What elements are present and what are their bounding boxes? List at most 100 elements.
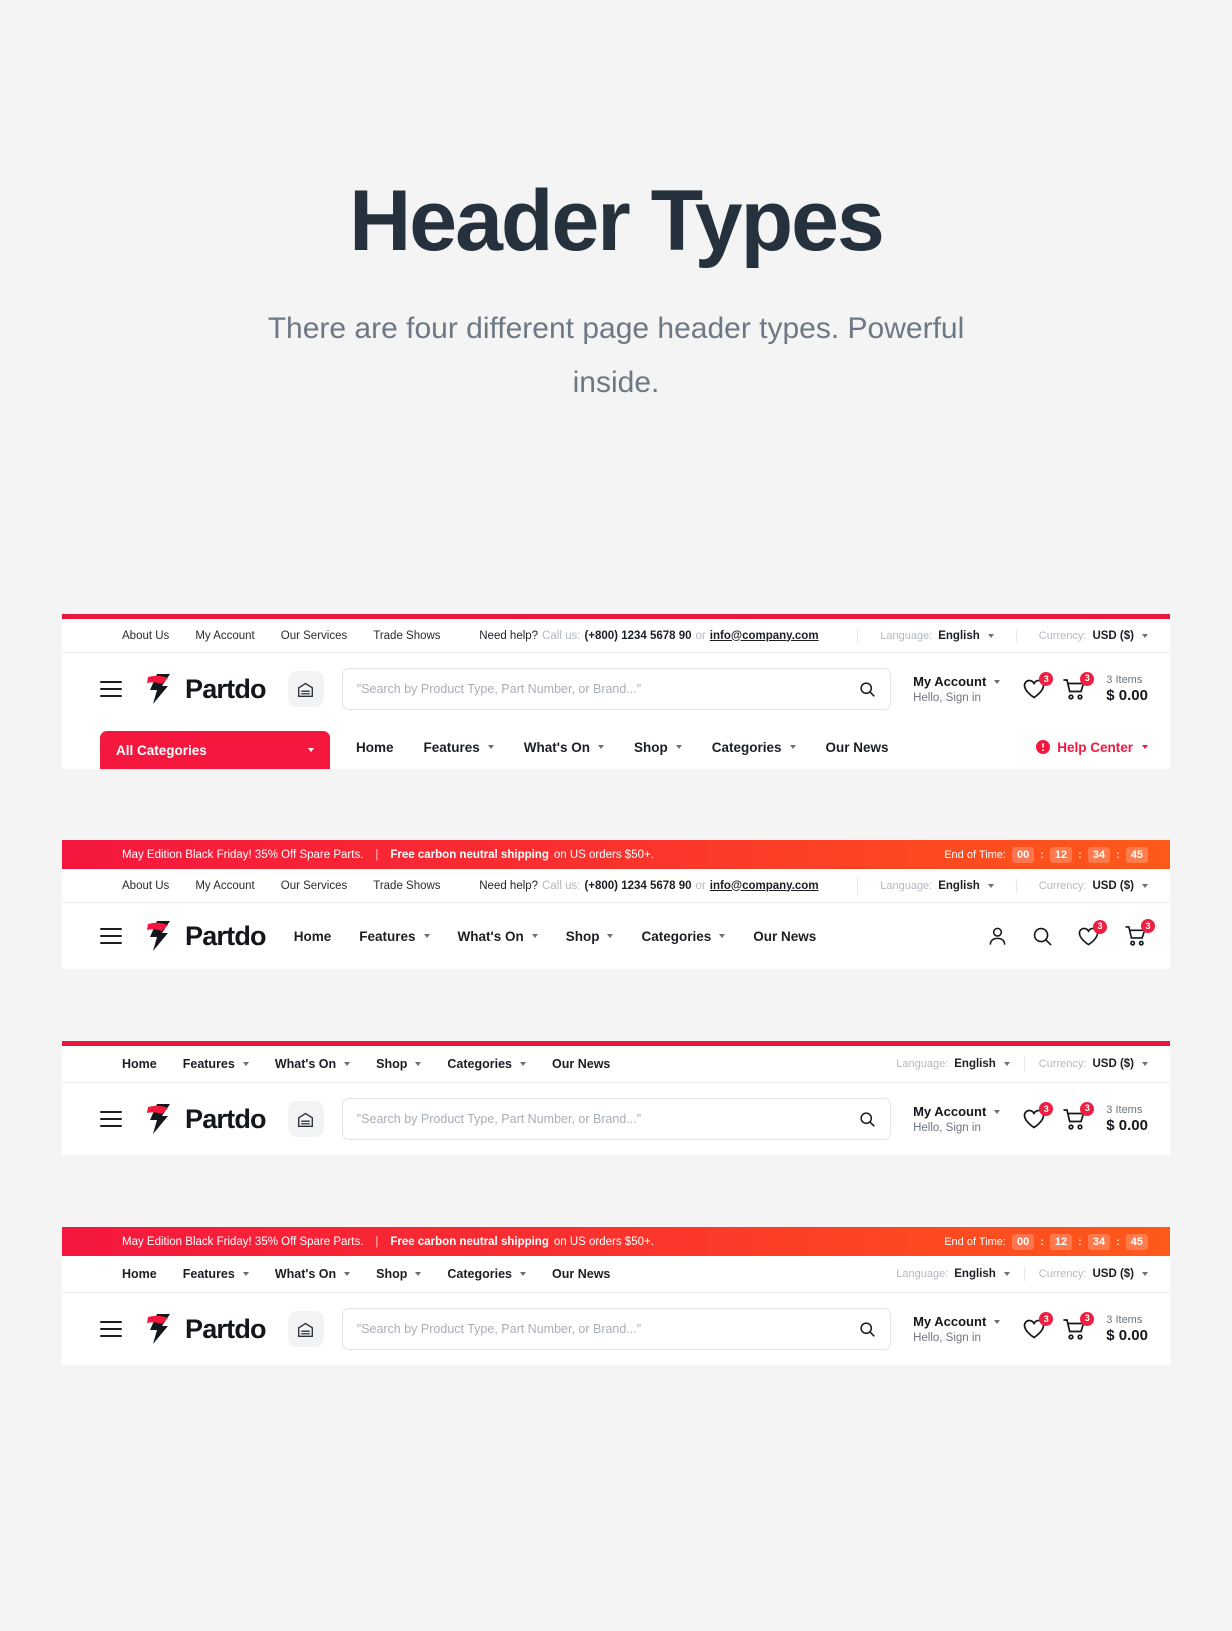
brand-name: Partdo <box>185 1103 267 1134</box>
account-menu-1[interactable]: My Account Hello, Sign in <box>913 674 1001 704</box>
wishlist-button[interactable]: 3 <box>1022 1102 1054 1130</box>
brand-logo[interactable]: Partdo <box>144 920 267 952</box>
hamburger-icon[interactable] <box>100 681 122 697</box>
utility-links: About Us My Account Our Services Trade S… <box>122 630 441 642</box>
email-address[interactable]: info@company.com <box>710 880 819 892</box>
utility-link-my-account[interactable]: My Account <box>195 880 254 892</box>
brand-logo[interactable]: Partdo <box>144 1313 267 1345</box>
hamburger-icon[interactable] <box>100 928 122 944</box>
utility-link-about-us[interactable]: About Us <box>122 630 169 642</box>
nav-item-shop[interactable]: Shop <box>634 740 682 755</box>
account-button[interactable] <box>987 926 1008 947</box>
wishlist-button[interactable]: 3 <box>1022 672 1054 700</box>
hamburger-icon[interactable] <box>100 1111 122 1127</box>
nav-item-home[interactable]: Home <box>122 1267 157 1281</box>
nav-item-shop[interactable]: Shop <box>376 1057 422 1071</box>
cart-button[interactable]: 3 <box>1062 1311 1095 1341</box>
wishlist-button[interactable]: 3 <box>1022 1312 1054 1340</box>
nav-item-whats-on[interactable]: What's On <box>524 740 605 755</box>
header-type-3: Home Features What's On Shop Categories … <box>62 1041 1170 1155</box>
cart-summary[interactable]: 3 Items $ 0.00 <box>1106 1104 1148 1134</box>
search-input[interactable] <box>356 1112 860 1126</box>
currency-selector[interactable]: Currency: USD ($) <box>1039 880 1148 892</box>
logo-mark-icon <box>144 1103 178 1135</box>
brand-logo[interactable]: Partdo <box>144 673 267 705</box>
currency-selector[interactable]: Currency: USD ($) <box>1039 630 1148 642</box>
nav-item-categories[interactable]: Categories <box>447 1267 527 1281</box>
search-icon[interactable] <box>859 1111 876 1128</box>
nav-item-home[interactable]: Home <box>294 929 332 944</box>
countdown-separator: : <box>1040 1235 1044 1248</box>
nav-item-whats-on[interactable]: What's On <box>458 929 538 944</box>
nav-item-our-news[interactable]: Our News <box>826 740 889 755</box>
cart-button[interactable]: 3 <box>1062 1101 1095 1131</box>
wishlist-button[interactable]: 3 <box>1077 919 1107 947</box>
account-menu-4[interactable]: My Account Hello, Sign in <box>913 1314 1001 1344</box>
logo-mark-icon <box>144 920 178 952</box>
cart-button[interactable]: 3 <box>1062 671 1095 701</box>
nav-item-features[interactable]: Features <box>424 740 494 755</box>
nav-item-home[interactable]: Home <box>356 740 394 755</box>
search-input[interactable] <box>356 682 860 696</box>
nav-item-categories[interactable]: Categories <box>712 740 796 755</box>
search-bar-1[interactable] <box>341 668 892 710</box>
garage-icon[interactable] <box>287 1101 324 1137</box>
phone-number[interactable]: (+800) 1234 5678 90 <box>584 880 691 892</box>
currency-selector[interactable]: Currency: USD ($) <box>1039 1058 1148 1070</box>
nav-item-features[interactable]: Features <box>183 1267 249 1281</box>
hamburger-icon[interactable] <box>100 1321 122 1337</box>
utility-link-our-services[interactable]: Our Services <box>281 630 347 642</box>
search-input[interactable] <box>356 1322 860 1336</box>
header-icons-4: 3 3 3 Items $ 0.00 <box>1022 1311 1148 1344</box>
garage-icon[interactable] <box>287 671 324 707</box>
language-selector[interactable]: Language: English <box>896 1268 1010 1280</box>
utility-link-trade-shows[interactable]: Trade Shows <box>373 630 440 642</box>
nav-item-categories[interactable]: Categories <box>447 1057 527 1071</box>
countdown-timer-4: End of Time: 00 : 12 : 34 : 45 <box>944 1233 1148 1250</box>
utility-link-about-us[interactable]: About Us <box>122 880 169 892</box>
currency-selector[interactable]: Currency: USD ($) <box>1039 1268 1148 1280</box>
search-button[interactable] <box>1032 926 1053 947</box>
phone-number[interactable]: (+800) 1234 5678 90 <box>584 630 691 642</box>
cart-summary[interactable]: 3 Items $ 0.00 <box>1106 1314 1148 1344</box>
utility-link-my-account[interactable]: My Account <box>195 630 254 642</box>
nav-item-features[interactable]: Features <box>183 1057 249 1071</box>
nav-item-shop[interactable]: Shop <box>376 1267 422 1281</box>
logo-mark-icon <box>144 673 178 705</box>
nav-item-our-news[interactable]: Our News <box>552 1057 610 1071</box>
countdown-minutes: 12 <box>1049 1233 1073 1250</box>
nav-item-categories[interactable]: Categories <box>641 929 726 944</box>
language-selector[interactable]: Language: English <box>880 880 994 892</box>
utility-link-trade-shows[interactable]: Trade Shows <box>373 880 440 892</box>
all-categories-button[interactable]: All Categories <box>100 731 330 769</box>
language-selector[interactable]: Language: English <box>880 630 994 642</box>
nav-item-whats-on[interactable]: What's On <box>275 1057 351 1071</box>
search-bar-3[interactable] <box>341 1098 892 1140</box>
search-bar-4[interactable] <box>341 1308 892 1350</box>
page-subtitle: There are four different page header typ… <box>267 312 965 399</box>
language-selector[interactable]: Language: English <box>896 1058 1010 1070</box>
nav-item-our-news[interactable]: Our News <box>552 1267 610 1281</box>
nav-label: Home <box>356 739 394 755</box>
help-center-button[interactable]: Help Center <box>1036 740 1148 755</box>
search-icon[interactable] <box>859 1321 876 1338</box>
promo-text-1: May Edition Black Friday! 35% Off Spare … <box>122 848 364 861</box>
cart-button[interactable]: 3 <box>1124 919 1155 947</box>
nav-item-features[interactable]: Features <box>359 929 430 944</box>
nav-item-home[interactable]: Home <box>122 1057 157 1071</box>
account-menu-3[interactable]: My Account Hello, Sign in <box>913 1104 1001 1134</box>
nav-item-whats-on[interactable]: What's On <box>275 1267 351 1281</box>
nav-item-shop[interactable]: Shop <box>566 929 614 944</box>
nav-label: Shop <box>565 928 600 944</box>
garage-icon[interactable] <box>287 1311 324 1347</box>
promo-divider: | <box>375 1235 379 1248</box>
cart-summary[interactable]: 3 Items $ 0.00 <box>1106 674 1148 704</box>
chevron-down-icon <box>987 633 994 638</box>
separator <box>1023 1267 1025 1281</box>
brand-logo[interactable]: Partdo <box>144 1103 267 1135</box>
chevron-down-icon <box>1142 1062 1148 1066</box>
email-address[interactable]: info@company.com <box>710 630 819 642</box>
utility-link-our-services[interactable]: Our Services <box>281 880 347 892</box>
search-icon[interactable] <box>859 681 876 698</box>
nav-item-our-news[interactable]: Our News <box>753 929 816 944</box>
